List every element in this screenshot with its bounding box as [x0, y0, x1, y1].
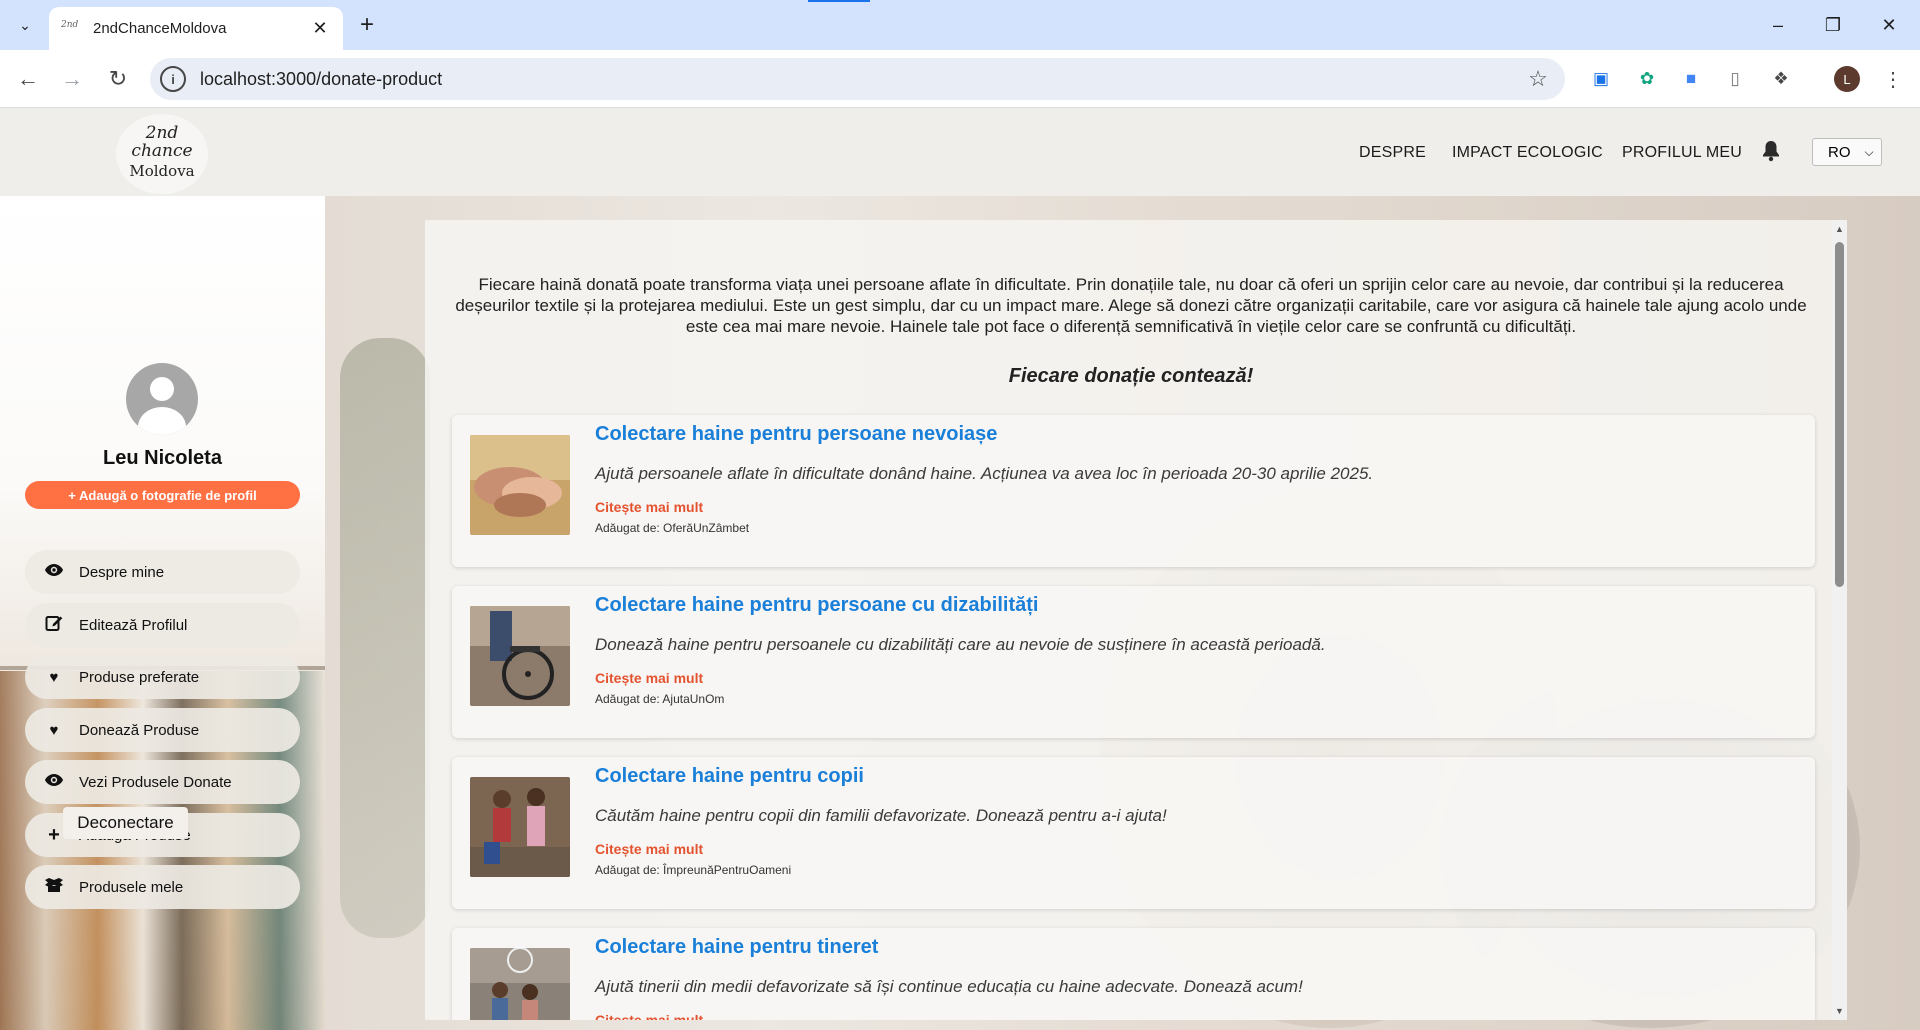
page-viewport: 2nd chance Moldova DESPRE IMPACT ECOLOGI…: [0, 108, 1920, 1030]
sidebar-item-label: Donează Produse: [79, 721, 200, 739]
campaign-image-wheelchair: [470, 606, 570, 706]
tab-title: 2ndChanceMoldova: [93, 20, 227, 37]
read-more-link[interactable]: Citește mai mult: [595, 670, 703, 686]
campaign-image-youth: [470, 948, 570, 1020]
browser-menu-icon[interactable]: ⋮: [1880, 64, 1906, 94]
extensions-puzzle-icon[interactable]: ❖: [1768, 66, 1794, 92]
tagline: Fiecare donație contează!: [1008, 365, 1254, 387]
campaign-image-children: [470, 777, 570, 877]
browser-tab[interactable]: 2nd 2ndChanceMoldova ✕: [49, 7, 343, 50]
extension-document-icon[interactable]: ▯: [1722, 66, 1748, 92]
restore-button[interactable]: ❐: [1811, 8, 1855, 42]
campaign-author: Adăugat de: OferăUnZâmbet: [595, 521, 750, 535]
sidebar-item-produsele-mele[interactable]: Produsele mele: [25, 865, 300, 909]
campaign-author: Adăugat de: ÎmpreunăPentruOameni: [595, 863, 792, 877]
sidebar-item-produse-preferate[interactable]: ♥ Produse preferate: [25, 655, 300, 699]
chevron-down-icon: ⌵: [1864, 144, 1874, 159]
campaign-image-hands: [470, 435, 570, 535]
read-more-link[interactable]: Citește mai mult: [595, 841, 703, 857]
campaign-card[interactable]: Colectare haine pentru persoane cu dizab…: [452, 586, 1815, 738]
campaign-card[interactable]: Colectare haine pentru copii Căutăm hain…: [452, 757, 1815, 909]
box-icon: [43, 877, 65, 897]
read-more-link[interactable]: Citește mai mult: [595, 499, 703, 515]
read-more-link[interactable]: Citește mai mult: [595, 1012, 703, 1020]
sidebar-item-label: Despre mine: [79, 563, 165, 581]
sidebar-item-editeaza-profilul[interactable]: Editează Profilul: [25, 603, 300, 647]
campaign-description: Ajută tinerii din medii defavorizate să …: [595, 977, 1303, 996]
notifications-bell-icon[interactable]: [1762, 140, 1784, 166]
avatar-placeholder: [126, 363, 198, 435]
campaign-title[interactable]: Colectare haine pentru persoane nevoiașe: [595, 423, 997, 446]
extension-translate-icon[interactable]: ▣: [1588, 66, 1614, 92]
site-header: 2nd chance Moldova DESPRE IMPACT ECOLOGI…: [0, 108, 1920, 196]
site-favicon-icon: 2nd: [61, 19, 79, 30]
scroll-up-arrow-icon[interactable]: ▲: [1834, 224, 1845, 234]
campaign-title[interactable]: Colectare haine pentru persoane cu dizab…: [595, 594, 1038, 617]
reload-button[interactable]: ↻: [102, 63, 134, 95]
bookmark-star-icon[interactable]: ☆: [1523, 66, 1553, 92]
logout-button[interactable]: Deconectare: [63, 807, 188, 839]
heart-icon: ♥: [49, 721, 59, 739]
loading-indicator: [808, 0, 870, 2]
eye-icon: [43, 563, 65, 581]
forward-button[interactable]: →: [56, 63, 88, 95]
campaign-author: Adăugat de: AjutaUnOm: [595, 692, 725, 706]
sidebar-item-label: Produsele mele: [79, 878, 184, 896]
close-tab-icon[interactable]: ✕: [309, 18, 331, 39]
background-plant-image: [340, 338, 430, 938]
extension-google-translate-icon[interactable]: ■: [1678, 66, 1704, 92]
intro-text: Fiecare haină donată poate transforma vi…: [455, 275, 1807, 336]
campaign-title[interactable]: Colectare haine pentru tineret: [595, 936, 878, 959]
browser-tabstrip: ⌄ 2nd 2ndChanceMoldova ✕ + – ❐ ✕: [0, 0, 1920, 50]
language-value: RO: [1828, 143, 1851, 161]
profile-sidebar: Leu Nicoleta + Adaugă o fotografie de pr…: [0, 196, 325, 1030]
browser-profile-avatar[interactable]: L: [1834, 66, 1860, 92]
eye-icon: [43, 773, 65, 791]
url-text[interactable]: localhost:3000/donate-product: [200, 69, 1523, 90]
add-profile-photo-button[interactable]: + Adaugă o fotografie de profil: [25, 481, 300, 509]
scroll-down-arrow-icon[interactable]: ▼: [1834, 1006, 1845, 1016]
campaign-card[interactable]: Colectare haine pentru persoane nevoiașe…: [452, 415, 1815, 567]
user-name: Leu Nicoleta: [103, 447, 222, 469]
sidebar-item-label: Vezi Produsele Donate: [79, 773, 232, 791]
language-select[interactable]: RO ⌵: [1812, 138, 1882, 166]
edit-icon: [43, 614, 65, 636]
site-info-icon[interactable]: i: [160, 66, 186, 92]
nav-impact-ecologic[interactable]: IMPACT ECOLOGIC: [1452, 144, 1603, 162]
site-logo[interactable]: 2nd chance Moldova: [116, 114, 208, 194]
extension-chatgpt-icon[interactable]: ✿: [1634, 66, 1660, 92]
sidebar-item-label: Produse preferate: [79, 668, 200, 686]
sidebar-item-doneaza-produse[interactable]: ♥ Donează Produse: [25, 708, 300, 752]
browser-toolbar: ← → ↻ i localhost:3000/donate-product ☆ …: [0, 50, 1920, 108]
campaign-description: Căutăm haine pentru copii din familii de…: [595, 806, 1167, 825]
donation-campaigns-panel[interactable]: Fiecare haină donată poate transforma vi…: [425, 220, 1847, 1020]
close-window-button[interactable]: ✕: [1867, 8, 1911, 42]
sidebar-item-vezi-produsele-donate[interactable]: Vezi Produsele Donate: [25, 760, 300, 804]
plus-icon: +: [48, 823, 60, 846]
campaign-title[interactable]: Colectare haine pentru copii: [595, 765, 864, 788]
minimize-button[interactable]: –: [1756, 8, 1800, 42]
nav-despre[interactable]: DESPRE: [1359, 144, 1426, 162]
campaign-description: Donează haine pentru persoanele cu dizab…: [595, 635, 1326, 654]
address-bar[interactable]: i localhost:3000/donate-product ☆: [150, 58, 1565, 100]
sidebar-item-label: Editează Profilul: [79, 616, 188, 634]
tab-search-button[interactable]: ⌄: [10, 10, 40, 40]
campaign-description: Ajută persoanele aflate în dificultate d…: [595, 464, 1374, 483]
back-button[interactable]: ←: [12, 63, 44, 95]
logo-line-1: 2nd chance: [131, 123, 193, 161]
nav-profilul-meu[interactable]: PROFILUL MEU: [1622, 144, 1742, 162]
new-tab-button[interactable]: +: [352, 10, 382, 40]
panel-scrollbar[interactable]: ▲ ▼: [1832, 220, 1847, 1020]
scrollbar-thumb[interactable]: [1835, 242, 1844, 587]
campaign-card[interactable]: Colectare haine pentru tineret Ajută tin…: [452, 928, 1815, 1020]
heart-icon: ♥: [49, 668, 59, 686]
sidebar-item-despre-mine[interactable]: Despre mine: [25, 550, 300, 594]
logo-line-2: Moldova: [129, 162, 195, 180]
